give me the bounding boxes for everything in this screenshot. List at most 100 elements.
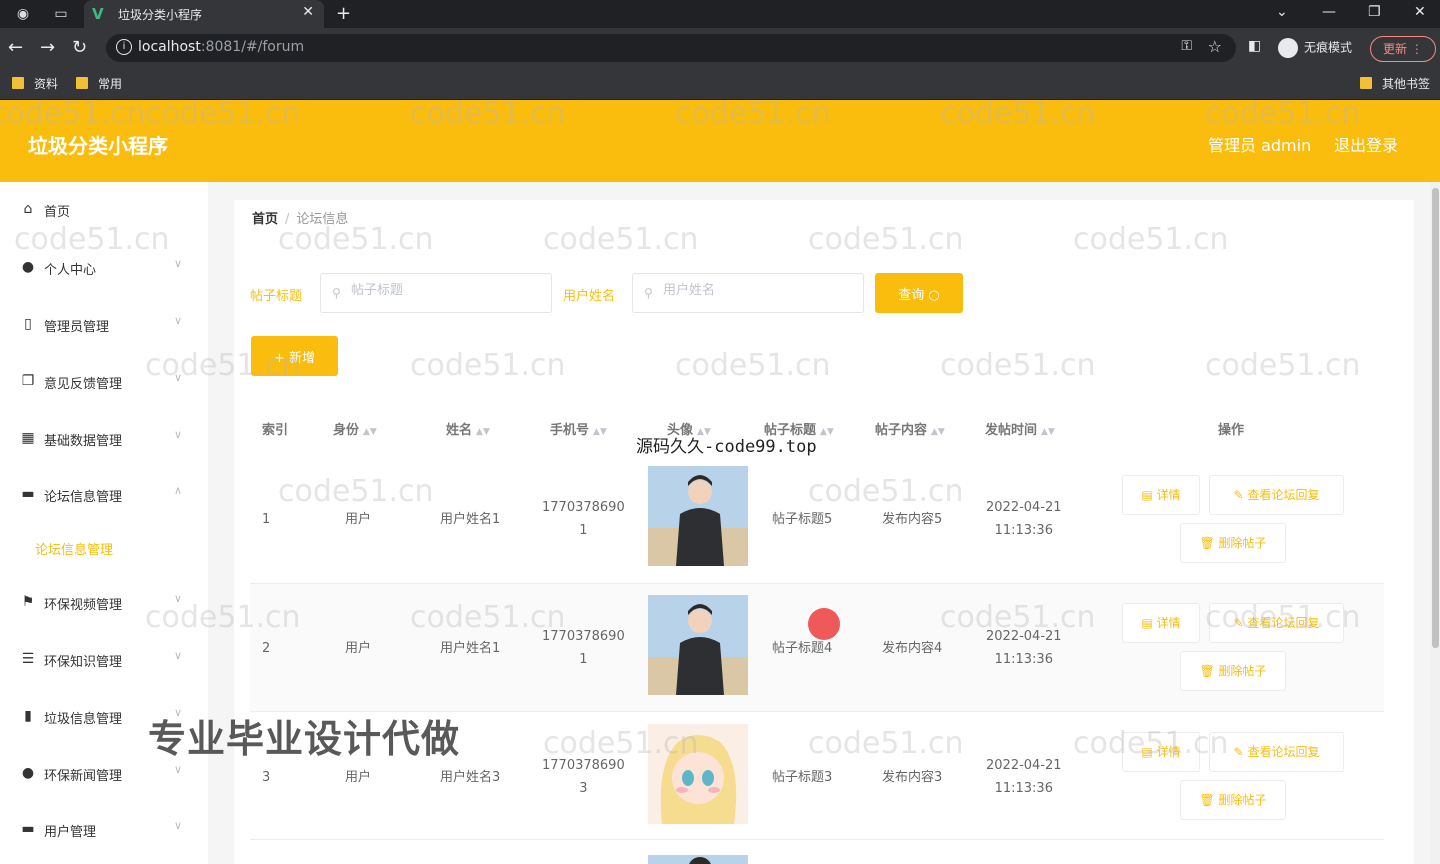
detail-button[interactable]: ▤ 详情 <box>1122 603 1200 643</box>
cell-time: 2022-04-21 11:13:36 <box>986 629 1062 667</box>
app-title: 垃圾分类小程序 <box>28 134 168 158</box>
key-icon[interactable]: ⚿ <box>1181 38 1192 54</box>
tab-search-icon[interactable]: ▭ <box>52 5 70 23</box>
breadcrumb-home[interactable]: 首页 <box>252 212 278 227</box>
app-header: 垃圾分类小程序 管理员 admin 退出登录 <box>0 100 1440 182</box>
trash-icon: 🗑 <box>1199 536 1215 550</box>
sidebar-item-home[interactable]: ⌂ 首页 <box>0 190 208 230</box>
bulb-icon: ● <box>21 765 35 781</box>
site-info-icon[interactable]: i <box>116 39 132 55</box>
sidebar-item-knowledge[interactable]: ☰ 环保知识管理 ∨ <box>0 640 208 680</box>
sort-icon[interactable]: ▲▼ <box>476 427 490 437</box>
view-replies-button[interactable]: ✎ 查看论坛回复 <box>1209 603 1344 643</box>
minimize-icon[interactable]: — <box>1322 4 1336 20</box>
title-search-input[interactable] <box>351 283 541 298</box>
other-bookmarks[interactable]: 其他书签 <box>1360 75 1430 92</box>
cell-phone: 1770378690 1 <box>542 629 625 667</box>
edit-icon: ✎ <box>1233 616 1244 630</box>
sidebar-item-videos[interactable]: ⚑ 环保视频管理 ∨ <box>0 583 208 623</box>
sidebar-item-base-data[interactable]: ▦ 基础数据管理 ∨ <box>0 419 208 459</box>
cell-name: 用户姓名3 <box>440 770 501 785</box>
chevron-down-icon: ∨ <box>174 371 183 384</box>
view-replies-button[interactable]: ✎ 查看论坛回复 <box>1209 475 1344 515</box>
col-header-time[interactable]: 发帖时间 ▲▼ <box>985 419 1055 438</box>
back-icon[interactable]: ← <box>8 38 23 58</box>
delete-button[interactable]: 🗑 删除帖子 <box>1180 780 1286 820</box>
chevron-down-icon: ∨ <box>174 428 183 441</box>
scrollbar-thumb[interactable] <box>1432 188 1439 648</box>
url-field[interactable]: i localhost:8081/#/forum ⚿ ☆ <box>106 34 1236 62</box>
sidebar-item-admins[interactable]: ▯ 管理员管理 ∨ <box>0 305 208 345</box>
restore-icon[interactable]: ❐ <box>1368 4 1381 20</box>
forward-icon[interactable]: → <box>40 38 55 58</box>
avatar-image[interactable] <box>648 595 748 695</box>
avatar-image[interactable] <box>648 724 748 824</box>
bookmarks-bar: 资料 常用 其他书签 <box>0 68 1440 100</box>
detail-button[interactable]: ▤ 详情 <box>1122 732 1200 772</box>
current-user: 管理员 admin <box>1208 136 1312 155</box>
incognito-icon <box>1278 38 1298 58</box>
sort-icon[interactable]: ▲▼ <box>363 427 377 437</box>
sort-icon[interactable]: ▲▼ <box>820 427 834 437</box>
sort-icon[interactable]: ▲▼ <box>1041 427 1055 437</box>
document-icon: ▤ <box>1141 616 1153 630</box>
cell-role: 用户 <box>345 641 372 656</box>
cell-content: 发布内容5 <box>882 512 943 527</box>
grid-icon: ▦ <box>21 430 35 446</box>
browser-tab-bar: ◉ ▭ V 垃圾分类小程序 ✕ + ⌄ — ❐ ✕ <box>0 0 1440 28</box>
tab-list-chevron-icon[interactable]: ⌄ <box>1276 4 1288 20</box>
chevron-down-icon: ∨ <box>174 257 183 270</box>
cell-title: 帖子标题4 <box>772 641 833 656</box>
sort-icon[interactable]: ▲▼ <box>931 427 945 437</box>
avatar-image[interactable] <box>648 466 748 566</box>
sidebar-subitem-forum[interactable]: 论坛信息管理 <box>35 539 113 558</box>
sidebar-item-users[interactable]: ▬ 用户管理 ∨ <box>0 810 208 850</box>
close-tab-icon[interactable]: ✕ <box>302 4 314 20</box>
bookmark-star-icon[interactable]: ☆ <box>1208 37 1222 56</box>
side-panel-icon[interactable]: ◧ <box>1248 38 1261 54</box>
sort-icon[interactable]: ▲▼ <box>593 427 607 437</box>
new-tab-icon[interactable]: + <box>336 3 351 24</box>
delete-button[interactable]: 🗑 删除帖子 <box>1180 651 1286 691</box>
browser-menu-icon[interactable]: ◉ <box>14 5 32 23</box>
watermark-code99: 源码久久-code99.top <box>636 437 817 457</box>
document-icon: ▤ <box>1141 488 1153 502</box>
window-close-icon[interactable]: ✕ <box>1414 4 1426 20</box>
breadcrumb-current: 论坛信息 <box>296 212 349 227</box>
delete-button[interactable]: 🗑 删除帖子 <box>1180 523 1286 563</box>
detail-button[interactable]: ▤ 详情 <box>1122 475 1200 515</box>
browser-tab[interactable]: V 垃圾分类小程序 ✕ <box>84 0 324 28</box>
edit-icon: ✎ <box>1233 488 1244 502</box>
phone-icon: ▯ <box>24 316 32 332</box>
copy-icon: ❐ <box>21 373 35 389</box>
cell-index: 2 <box>262 641 271 656</box>
logout-link[interactable]: 退出登录 <box>1334 132 1398 156</box>
add-button[interactable]: + 新增 <box>251 336 338 376</box>
reload-icon[interactable]: ↻ <box>72 38 87 58</box>
update-button[interactable]: 更新 ⋮ <box>1370 36 1436 62</box>
query-button[interactable]: 查询 ○ <box>875 273 963 313</box>
col-header-content[interactable]: 帖子内容 ▲▼ <box>875 419 945 438</box>
bookmark-folder-1[interactable]: 资料 <box>12 75 58 92</box>
col-header-name[interactable]: 姓名 ▲▼ <box>446 419 490 438</box>
sidebar-item-feedback[interactable]: ❐ 意见反馈管理 ∨ <box>0 362 208 402</box>
chevron-down-icon: ∨ <box>174 763 183 776</box>
col-header-phone[interactable]: 手机号 ▲▼ <box>550 419 607 438</box>
name-search-input[interactable] <box>663 283 853 298</box>
bookmark-folder-2[interactable]: 常用 <box>76 75 122 92</box>
cell-title: 帖子标题5 <box>772 512 833 527</box>
avatar-image[interactable] <box>648 852 748 864</box>
sidebar-item-profile[interactable]: ● 个人中心 ∨ <box>0 248 208 288</box>
folder-icon <box>76 77 88 89</box>
title-filter-label: 帖子标题 <box>250 289 303 304</box>
name-filter-label: 用户姓名 <box>563 289 616 304</box>
address-bar-row: ← → ↻ i localhost:8081/#/forum ⚿ ☆ ◧ <box>0 28 1440 68</box>
col-header-role[interactable]: 身份 ▲▼ <box>333 419 377 438</box>
monitor-icon: ▬ <box>21 486 35 502</box>
view-replies-button[interactable]: ✎ 查看论坛回复 <box>1209 732 1344 772</box>
sidebar-item-forum[interactable]: ▬ 论坛信息管理 ∧ <box>0 475 208 515</box>
page-scrollbar[interactable] <box>1430 182 1440 864</box>
cell-content: 发布内容3 <box>882 770 943 785</box>
incognito-indicator: 无痕模式 <box>1278 38 1352 58</box>
breadcrumb: 首页 / 论坛信息 <box>252 212 349 227</box>
